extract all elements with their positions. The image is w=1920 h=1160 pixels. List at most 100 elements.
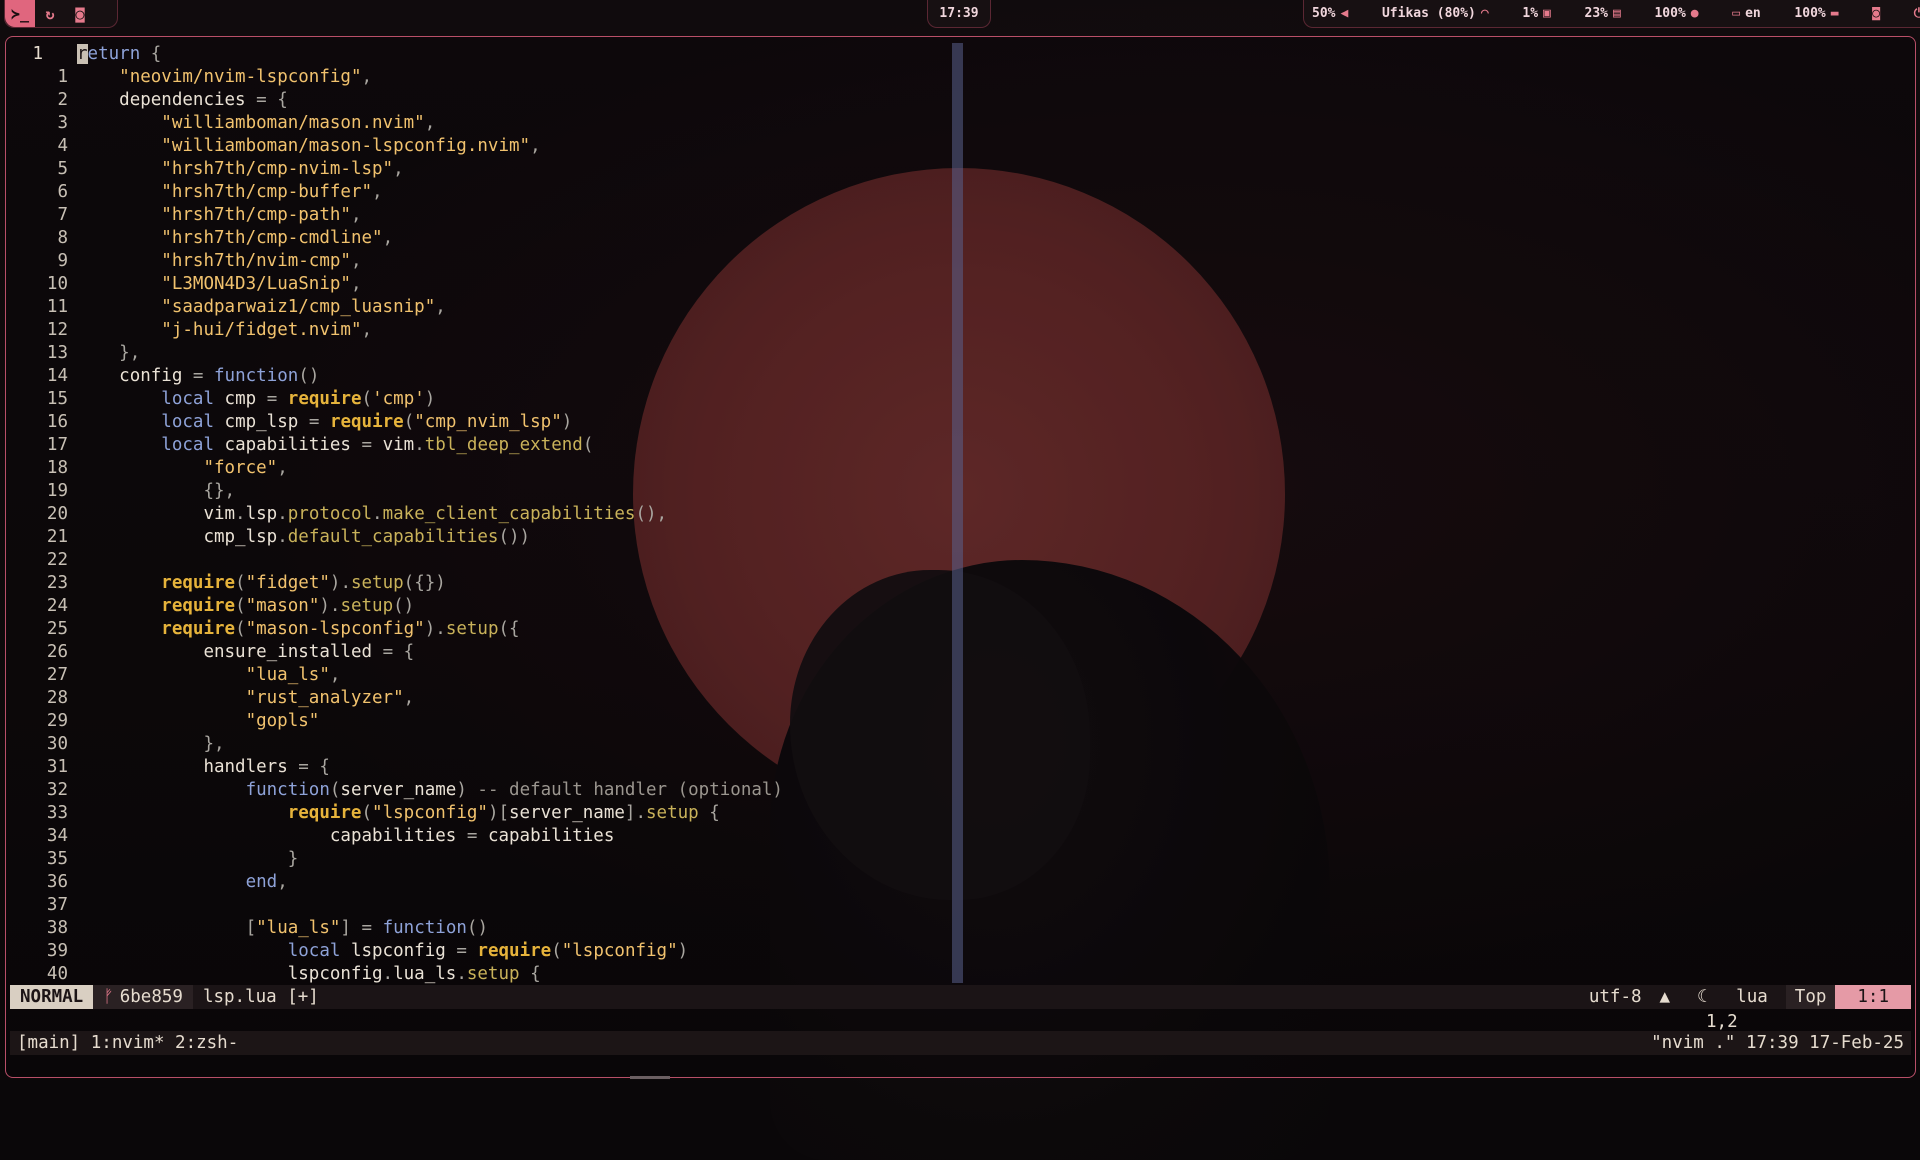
brightness-value: 100% (1654, 6, 1686, 21)
code-text[interactable]: require("fidget").setup({}) (77, 572, 446, 595)
code-text[interactable]: "neovim/nvim-lspconfig", (77, 66, 372, 89)
code-text[interactable]: end, (77, 871, 288, 894)
code-text[interactable]: cmp_lsp.default_capabilities()) (77, 526, 530, 549)
brightness-indicator[interactable]: 100% ● (1654, 6, 1698, 21)
code-text[interactable]: "rust_analyzer", (77, 687, 415, 710)
code-text[interactable]: "hrsh7th/nvim-cmp", (77, 250, 361, 273)
code-text[interactable]: config = function() (77, 365, 319, 388)
code-text[interactable]: "force", (77, 457, 287, 480)
volume-indicator[interactable]: 50% ◀ (1312, 6, 1348, 21)
line-number: 26 (46, 642, 68, 662)
cpu-indicator[interactable]: 1% ▣ (1522, 6, 1550, 21)
code-text[interactable]: local lspconfig = require("lspconfig") (77, 940, 688, 963)
statusline: NORMAL ᚠ 6be859 lsp.lua [+] utf-8 ▲ ☾ lu… (10, 985, 1911, 1009)
line-number: 17 (46, 435, 68, 455)
line-number: 25 (46, 619, 68, 639)
code-text[interactable]: dependencies = { (77, 89, 288, 112)
linux-icon: ▲ (1659, 987, 1671, 1007)
terminal-window[interactable]: 1 return {1 "neovim/nvim-lspconfig", 2 dep… (5, 36, 1916, 1078)
code-text[interactable]: require("mason").setup() (77, 595, 414, 618)
line-number: 5 (57, 159, 68, 179)
code-text[interactable]: "saadparwaiz1/cmp_luasnip", (77, 296, 445, 319)
code-text[interactable]: local cmp = require('cmp') (77, 388, 435, 411)
code-text[interactable]: }, (77, 733, 224, 756)
line-number: 13 (46, 343, 68, 363)
code-text[interactable]: "hrsh7th/cmp-nvim-lsp", (77, 158, 403, 181)
statusline-right: utf-8 ▲ ☾ lua Top 1:1 (1580, 985, 1911, 1009)
line-number: 28 (46, 688, 68, 708)
code-text[interactable]: function(server_name) -- default handler… (77, 779, 783, 802)
code-text[interactable]: require("mason-lspconfig").setup({ (77, 618, 519, 641)
line-number: 33 (46, 803, 68, 823)
brightness-icon: ● (1690, 6, 1699, 21)
cpu-icon: ▣ (1543, 6, 1551, 21)
code-text[interactable]: "hrsh7th/cmp-buffer", (77, 181, 382, 204)
tmux-session-windows[interactable]: [main] 1:nvim* 2:zsh- (17, 1031, 238, 1055)
terminal-icon[interactable]: ≻_ (5, 0, 35, 27)
code-text[interactable]: local cmp_lsp = require("cmp_nvim_lsp") (77, 411, 572, 434)
file-name: lsp.lua [+] (202, 987, 319, 1007)
cmdline-ruler: 1,2 (1706, 1012, 1738, 1032)
code-text[interactable]: } (77, 848, 299, 871)
line-number: 12 (46, 320, 68, 340)
line-number: 34 (46, 826, 68, 846)
line-number: 16 (46, 412, 68, 432)
keyboard-icon: ▭ (1732, 6, 1741, 21)
line-number: 10 (46, 274, 68, 294)
code-text[interactable]: "lua_ls", (77, 664, 341, 687)
file-encoding: utf-8 (1588, 987, 1642, 1007)
code-text[interactable]: require("lspconfig")[server_name].setup … (77, 802, 720, 825)
volume-value: 50% (1312, 6, 1336, 21)
line-number: 21 (46, 527, 68, 547)
code-text[interactable]: capabilities = capabilities (77, 825, 615, 848)
code-text[interactable]: lspconfig.lua_ls.setup { (77, 963, 541, 986)
code-text[interactable]: "williamboman/mason-lspconfig.nvim", (77, 135, 540, 158)
code-text[interactable]: "L3MON4D3/LuaSnip", (77, 273, 361, 296)
code-text[interactable]: "gopls" (77, 710, 320, 733)
top-bar: ≻_ ↻ ◙ 17:39 50% ◀ Ufikas (80%) ◠ 1% ▣ 2… (0, 0, 1920, 32)
code-text[interactable]: "j-hui/fidget.nvim", (77, 319, 372, 342)
code-text[interactable]: {}, (77, 480, 235, 503)
line-number: 40 (46, 964, 68, 984)
speaker-icon: ◀ (1340, 6, 1349, 21)
discord-tray-icon[interactable]: ◙ (1872, 6, 1880, 21)
line-number: 38 (46, 918, 68, 938)
code-text[interactable]: local capabilities = vim.tbl_deep_extend… (77, 434, 593, 457)
line-number: 1 (57, 67, 68, 87)
keyboard-layout-indicator[interactable]: ▭ en (1732, 6, 1760, 21)
power-icon[interactable]: ⏻ (1914, 6, 1920, 21)
code-text[interactable]: vim.lsp.protocol.make_client_capabilitie… (77, 503, 667, 526)
line-number: 18 (46, 458, 68, 478)
wifi-icon: ◠ (1480, 6, 1489, 21)
code-text[interactable]: "williamboman/mason.nvim", (77, 112, 435, 135)
wifi-indicator[interactable]: Ufikas (80%) ◠ (1382, 6, 1489, 21)
code-text[interactable]: }, (77, 342, 140, 365)
line-number: 1 (32, 44, 43, 64)
cpu-value: 1% (1522, 6, 1539, 21)
git-branch: ᚠ 6be859 (93, 985, 193, 1009)
line-number: 7 (57, 205, 68, 225)
line-number: 35 (46, 849, 68, 869)
code-text[interactable]: "hrsh7th/cmp-path", (77, 204, 361, 227)
battery-indicator[interactable]: 100% ▬ (1794, 6, 1838, 21)
refresh-icon[interactable]: ↻ (35, 0, 65, 27)
line-number: 39 (46, 941, 68, 961)
line-number: 37 (46, 895, 68, 915)
line-number: 29 (46, 711, 68, 731)
code-text[interactable]: handlers = { (77, 756, 329, 779)
code-text[interactable]: "hrsh7th/cmp-cmdline", (77, 227, 393, 250)
battery-value: 100% (1794, 6, 1826, 21)
keyboard-layout-value: en (1745, 6, 1761, 21)
memory-indicator[interactable]: 23% ▤ (1585, 6, 1621, 21)
indent-guide (952, 43, 963, 983)
filetype: ☾ lua (1679, 985, 1786, 1009)
code-text[interactable]: return { (77, 43, 161, 66)
line-number: 31 (46, 757, 68, 777)
line-number: 36 (46, 872, 68, 892)
code-text[interactable]: ["lua_ls"] = function() (77, 917, 488, 940)
line-number: 22 (46, 550, 68, 570)
code-text[interactable]: ensure_installed = { (77, 641, 414, 664)
line-number: 27 (46, 665, 68, 685)
clock[interactable]: 17:39 (927, 0, 991, 28)
discord-icon[interactable]: ◙ (65, 0, 95, 27)
